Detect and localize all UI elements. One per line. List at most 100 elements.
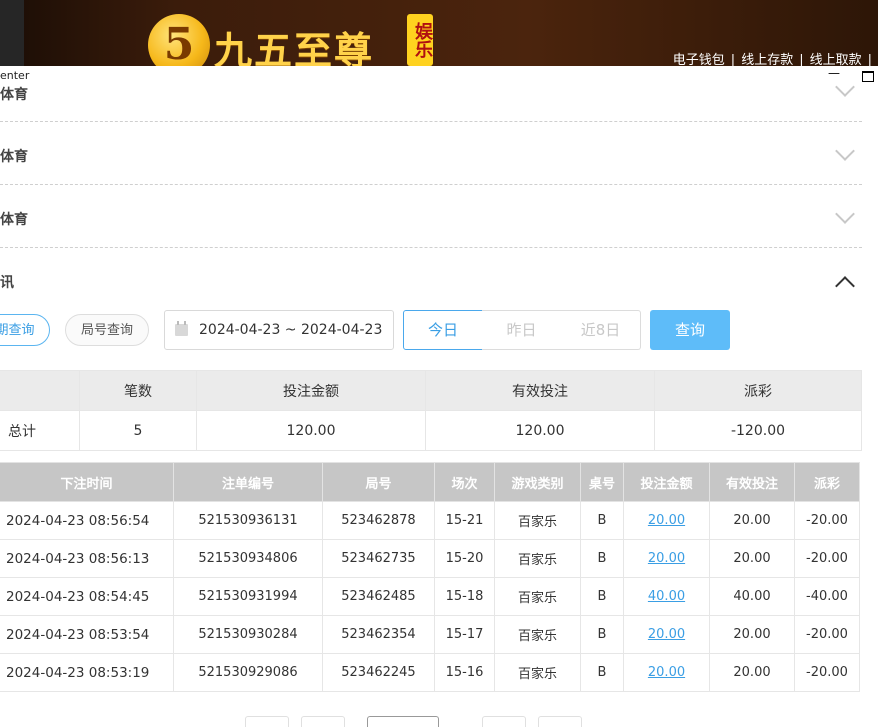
summary-total-row: 总计 5 120.00 120.00 -120.00: [0, 410, 862, 451]
bet-time-cell: 2024-04-23 08:53:54: [0, 615, 174, 654]
bet-time-cell: 2024-04-23 08:56:54: [0, 501, 174, 540]
logo-tag: 娱乐: [407, 14, 433, 66]
payout-cell: -20.00: [794, 653, 860, 692]
chevron-down-icon[interactable]: [835, 141, 855, 161]
summary-cell: 5: [79, 410, 197, 451]
date-range-picker[interactable]: 2024-04-23 ~ 2024-04-23: [164, 310, 394, 350]
bet-time-cell: 2024-04-23 08:56:13: [0, 539, 174, 578]
bet-amount-cell: 20.00: [623, 501, 710, 540]
valid-bet-cell: 20.00: [709, 539, 795, 578]
round-id-cell: 523462735: [322, 539, 435, 578]
round-id-cell: 523462354: [322, 615, 435, 654]
details-header: 注单编号: [173, 462, 323, 502]
date-range-value: 2024-04-23 ~ 2024-04-23: [199, 322, 383, 338]
accordion-label: 讯: [0, 275, 14, 291]
bet-id-cell: 521530934806: [173, 539, 323, 578]
payout-cell: -20.00: [794, 501, 860, 540]
table-no-cell: B: [580, 501, 624, 540]
chevron-down-icon[interactable]: [835, 77, 855, 97]
summary-table: 笔数 投注金额 有效投注 派彩 总计 5 120.00 120.00 -120.…: [0, 370, 862, 451]
details-header: 投注金额: [623, 462, 710, 502]
round-id-cell: 523462878: [322, 501, 435, 540]
game-type-cell: 百家乐: [494, 653, 581, 692]
details-header: 有效投注: [709, 462, 795, 502]
round-query-mode-button[interactable]: 局号查询: [65, 314, 149, 346]
round-id-cell: 523462485: [322, 577, 435, 616]
payout-cell: -20.00: [794, 539, 860, 578]
last-8-days-button[interactable]: 近8日: [561, 310, 641, 350]
game-type-cell: 百家乐: [494, 615, 581, 654]
table-row: 2024-04-23 08:56:54 521530936131 523462878…: [0, 501, 860, 540]
pager-button[interactable]: [245, 716, 289, 727]
bet-amount-cell: 40.00: [623, 577, 710, 616]
calendar-icon: [175, 321, 188, 336]
details-header: 派彩: [794, 462, 860, 502]
bet-amount-link[interactable]: 40.00: [648, 589, 685, 604]
bet-amount-link[interactable]: 20.00: [648, 627, 685, 642]
valid-bet-cell: 20.00: [709, 615, 795, 654]
game-type-cell: 百家乐: [494, 501, 581, 540]
payout-cell: -20.00: [794, 615, 860, 654]
table-row: 2024-04-23 08:53:54 521530930284 523462354…: [0, 615, 860, 654]
table-no-cell: B: [580, 653, 624, 692]
bet-time-cell: 2024-04-23 08:53:19: [0, 653, 174, 692]
chevron-up-icon[interactable]: [835, 276, 855, 296]
details-header: 下注时间: [0, 462, 174, 502]
bet-amount-link[interactable]: 20.00: [648, 551, 685, 566]
chevron-down-icon[interactable]: [835, 204, 855, 224]
bet-id-cell: 521530936131: [173, 501, 323, 540]
record-center-window: enter — 体育 体育 体育 讯 期查询 局号查询 2024-04-23 ~…: [0, 66, 878, 727]
session-cell: 15-20: [434, 539, 495, 578]
valid-bet-cell: 40.00: [709, 577, 795, 616]
payout-cell: -40.00: [794, 577, 860, 616]
table-no-cell: B: [580, 577, 624, 616]
site-banner: 5 九五至尊 娱乐 电子钱包 | 线上存款 | 线上取款 |: [0, 0, 878, 76]
accordion-label: 体育: [0, 149, 28, 165]
summary-header: [0, 370, 80, 411]
table-no-cell: B: [580, 615, 624, 654]
pager-button[interactable]: [538, 716, 582, 727]
maximize-icon[interactable]: [862, 71, 874, 82]
summary-header: 投注金额: [196, 370, 426, 411]
bet-id-cell: 521530931994: [173, 577, 323, 616]
bet-amount-link[interactable]: 20.00: [648, 665, 685, 680]
table-no-cell: B: [580, 539, 624, 578]
session-cell: 15-16: [434, 653, 495, 692]
bet-amount-cell: 20.00: [623, 539, 710, 578]
accordion-label: 体育: [0, 212, 28, 228]
today-button[interactable]: 今日: [403, 310, 483, 350]
summary-header: 笔数: [79, 370, 197, 411]
session-cell: 15-21: [434, 501, 495, 540]
valid-bet-cell: 20.00: [709, 653, 795, 692]
summary-cell: 120.00: [425, 410, 655, 451]
bet-amount-link[interactable]: 20.00: [648, 513, 685, 528]
table-row: 2024-04-23 08:56:13 521530934806 523462735…: [0, 539, 860, 578]
pager-input[interactable]: [367, 716, 439, 727]
details-header: 场次: [434, 462, 495, 502]
details-header: 游戏类别: [494, 462, 581, 502]
details-header: 桌号: [580, 462, 624, 502]
game-type-cell: 百家乐: [494, 577, 581, 616]
bet-amount-cell: 20.00: [623, 615, 710, 654]
accordion-item-1[interactable]: 体育: [0, 66, 862, 122]
yesterday-button[interactable]: 昨日: [482, 310, 562, 350]
details-header: 局号: [322, 462, 435, 502]
summary-header-row: 笔数 投注金额 有效投注 派彩: [0, 370, 862, 411]
game-type-cell: 百家乐: [494, 539, 581, 578]
date-query-mode-button[interactable]: 期查询: [0, 314, 50, 346]
bet-time-cell: 2024-04-23 08:54:45: [0, 577, 174, 616]
session-cell: 15-18: [434, 577, 495, 616]
query-button[interactable]: 查询: [650, 310, 730, 350]
pager-button[interactable]: [482, 716, 526, 727]
accordion-label: 体育: [0, 87, 28, 103]
accordion-item-3[interactable]: 体育: [0, 185, 862, 248]
round-id-cell: 523462245: [322, 653, 435, 692]
summary-cell: -120.00: [654, 410, 862, 451]
pager-button[interactable]: [301, 716, 345, 727]
valid-bet-cell: 20.00: [709, 501, 795, 540]
accordion-item-2[interactable]: 体育: [0, 122, 862, 185]
summary-header: 派彩: [654, 370, 862, 411]
accordion-item-4[interactable]: 讯: [0, 248, 862, 296]
summary-header: 有效投注: [425, 370, 655, 411]
bet-id-cell: 521530929086: [173, 653, 323, 692]
